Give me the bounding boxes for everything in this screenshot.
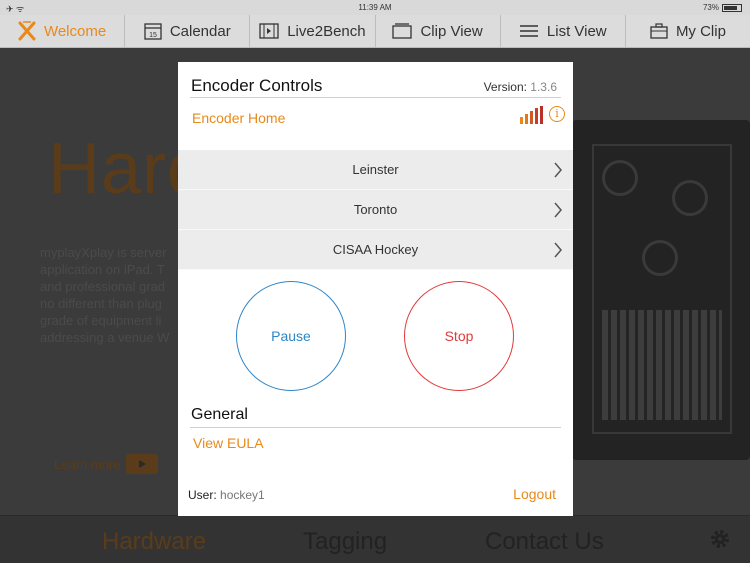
tab-label: Welcome bbox=[43, 22, 107, 40]
encoder-row-toronto[interactable]: Toronto bbox=[178, 190, 573, 230]
general-title: General bbox=[191, 406, 248, 423]
tab-clip-view[interactable]: Clip View bbox=[376, 15, 501, 47]
tab-my-clip[interactable]: My Clip bbox=[626, 15, 750, 47]
svg-text:15: 15 bbox=[149, 32, 157, 39]
gear-icon bbox=[711, 530, 729, 548]
modal-header: Encoder Controls Version: 1.3.6 bbox=[190, 76, 561, 98]
tab-label: Clip View bbox=[420, 22, 483, 40]
bottom-tabs: Hardware Tagging Contact Us bbox=[0, 515, 750, 563]
encoder-home-link[interactable]: Encoder Home bbox=[192, 110, 285, 126]
version-text: Version: 1.3.6 bbox=[483, 80, 557, 94]
encoder-row-leinster[interactable]: Leinster bbox=[178, 150, 573, 190]
info-icon[interactable]: i bbox=[549, 106, 565, 122]
clip-view-icon bbox=[392, 23, 413, 39]
encoder-controls-modal: Encoder Controls Version: 1.3.6 Encoder … bbox=[178, 62, 573, 516]
welcome-x-icon bbox=[18, 21, 36, 41]
tab-label: List View bbox=[546, 22, 607, 40]
film-icon bbox=[259, 23, 279, 39]
encoder-name: Toronto bbox=[353, 202, 398, 217]
tab-live2bench[interactable]: Live2Bench bbox=[250, 15, 376, 47]
battery-indicator: 73% bbox=[703, 3, 742, 12]
encoder-name: CISAA Hockey bbox=[332, 242, 419, 257]
pause-button[interactable]: Pause bbox=[236, 281, 346, 391]
battery-icon bbox=[722, 3, 742, 12]
tab-list-view[interactable]: List View bbox=[501, 15, 626, 47]
tab-label: Live2Bench bbox=[287, 22, 366, 40]
list-icon bbox=[519, 25, 538, 37]
status-bar: ✈ ᯤ 11:39 AM 73% bbox=[0, 0, 750, 15]
stop-label: Stop bbox=[444, 328, 474, 344]
chevron-right-icon bbox=[554, 242, 562, 258]
top-nav: Welcome 15 Calendar Live2Bench Clip View bbox=[0, 15, 750, 48]
chevron-right-icon bbox=[554, 162, 562, 178]
hardware-device-image bbox=[572, 120, 750, 460]
chevron-right-icon bbox=[554, 202, 562, 218]
calendar-icon: 15 bbox=[144, 23, 162, 40]
username: hockey1 bbox=[220, 488, 265, 502]
play-icon bbox=[126, 454, 159, 474]
tab-calendar[interactable]: 15 Calendar bbox=[125, 15, 251, 47]
bottom-tab-contact-us: Contact Us bbox=[485, 528, 604, 555]
tab-welcome[interactable]: Welcome bbox=[0, 15, 126, 47]
view-eula-link[interactable]: View EULA bbox=[193, 435, 264, 451]
version-number: 1.3.6 bbox=[530, 80, 557, 94]
general-section-header: General bbox=[190, 406, 561, 428]
encoder-name: Leinster bbox=[352, 162, 399, 177]
user-info: User: hockey1 bbox=[188, 488, 265, 502]
stop-button[interactable]: Stop bbox=[404, 281, 514, 391]
status-time: 11:39 AM bbox=[358, 3, 392, 12]
tab-label: My Clip bbox=[675, 22, 726, 40]
encoder-row-cisaa-hockey[interactable]: CISAA Hockey bbox=[178, 230, 573, 270]
tab-label: Calendar bbox=[169, 22, 231, 40]
logout-button[interactable]: Logout bbox=[513, 486, 556, 502]
briefcase-icon bbox=[650, 23, 668, 39]
signal-strength-icon bbox=[520, 106, 543, 124]
pause-label: Pause bbox=[271, 328, 311, 344]
encoder-list: Leinster Toronto CISAA Hockey bbox=[178, 150, 573, 270]
bottom-tab-tagging: Tagging bbox=[303, 528, 388, 555]
bottom-tab-hardware: Hardware bbox=[102, 528, 207, 555]
learn-more-link: Learn more bbox=[54, 454, 159, 474]
battery-percent: 73% bbox=[702, 3, 719, 12]
modal-title: Encoder Controls bbox=[191, 76, 323, 95]
